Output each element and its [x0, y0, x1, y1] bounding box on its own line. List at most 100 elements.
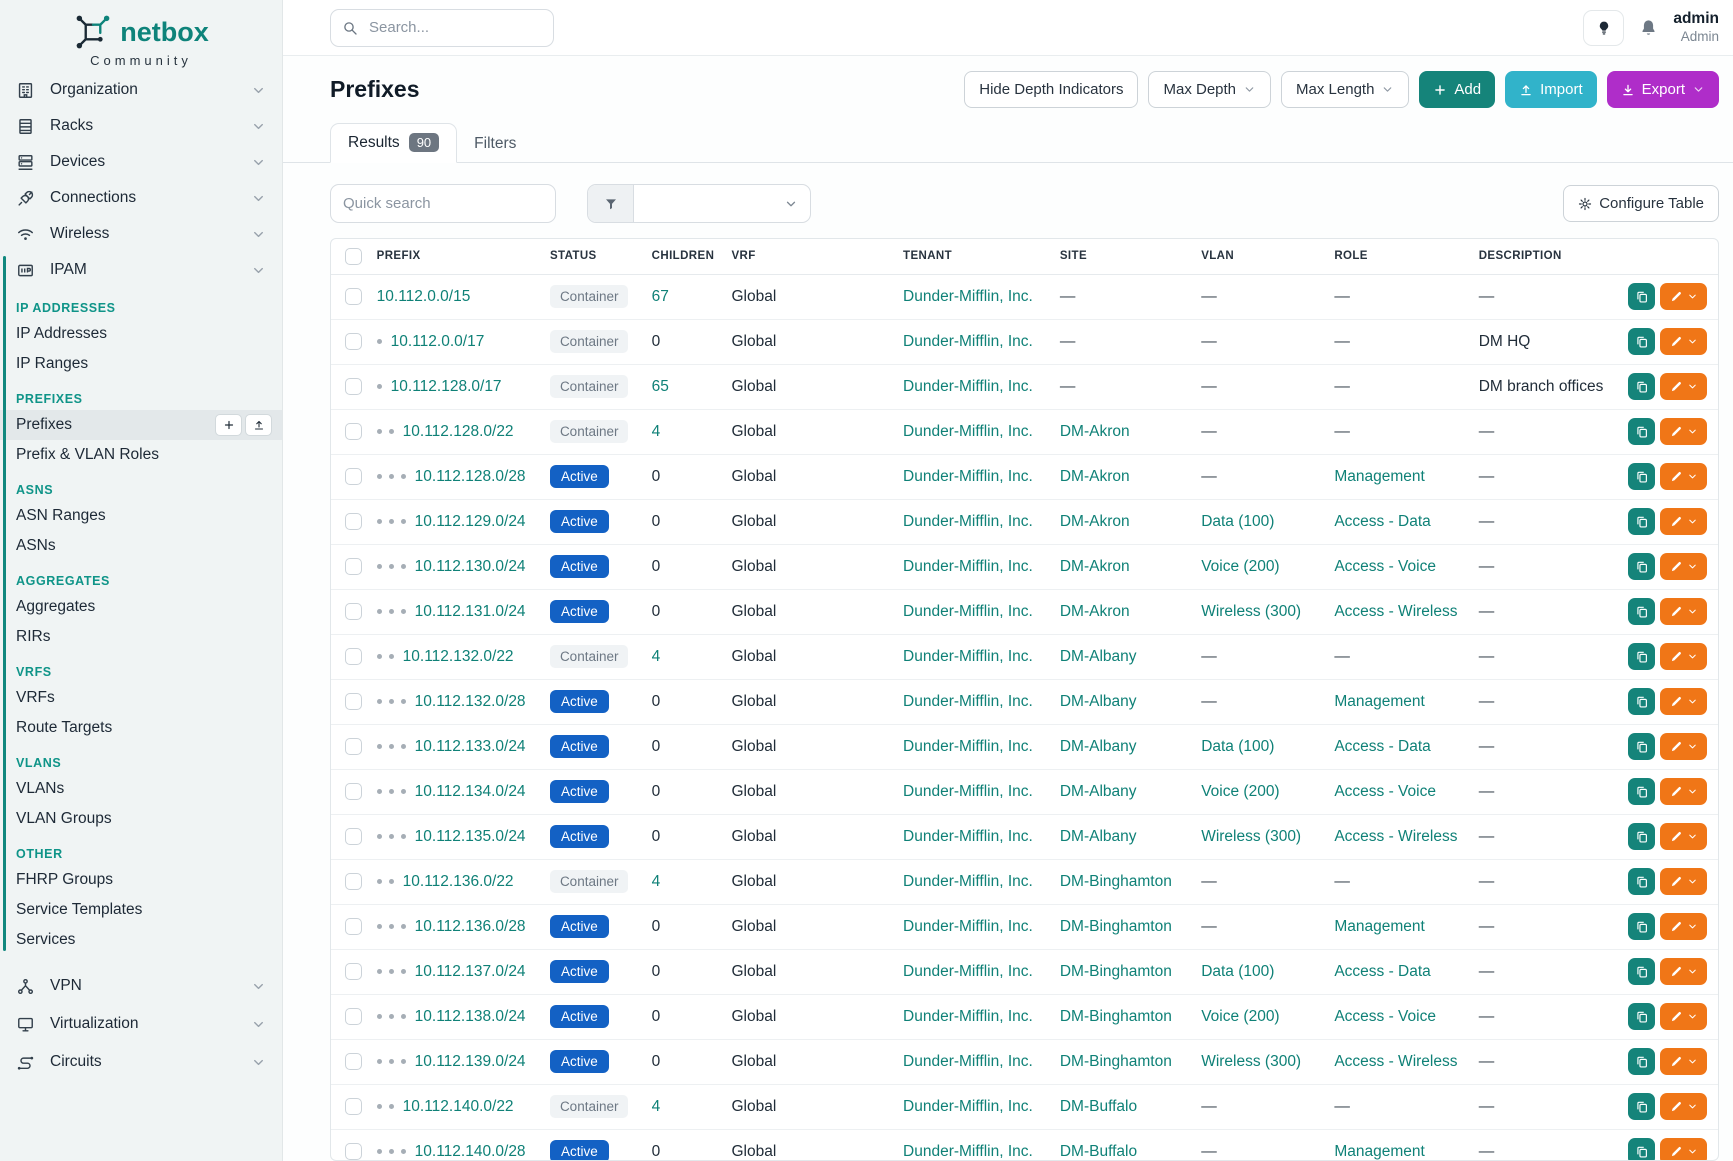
children-link[interactable]: 4 [652, 1098, 661, 1115]
site-link[interactable]: DM-Binghamton [1060, 1053, 1172, 1070]
prefix-link[interactable]: 10.112.133.0/24 [415, 738, 526, 755]
prefix-link[interactable]: 10.112.128.0/22 [403, 423, 514, 440]
search-input[interactable] [367, 18, 542, 37]
role-link[interactable]: Access - Wireless [1334, 603, 1457, 620]
prefix-link[interactable]: 10.112.128.0/28 [415, 468, 526, 485]
site-link[interactable]: DM-Buffalo [1060, 1098, 1137, 1115]
sidebar-item-vlan-groups[interactable]: VLAN Groups [0, 804, 282, 834]
edit-button[interactable] [1660, 1048, 1707, 1075]
tenant-link[interactable]: Dunder-Mifflin, Inc. [903, 738, 1033, 755]
role-link[interactable]: Access - Wireless [1334, 1053, 1457, 1070]
prefix-link[interactable]: 10.112.132.0/22 [403, 648, 514, 665]
column-header-description[interactable]: DESCRIPTION [1479, 239, 1628, 274]
vlan-link[interactable]: Wireless (300) [1201, 603, 1301, 620]
sidebar-item-asns[interactable]: ASNs [0, 531, 282, 561]
clone-button[interactable] [1628, 1003, 1655, 1030]
prefix-link[interactable]: 10.112.129.0/24 [415, 513, 526, 530]
sidebar-item-ip-addresses[interactable]: IP Addresses [0, 319, 282, 349]
prefix-link[interactable]: 10.112.134.0/24 [415, 783, 526, 800]
vlan-link[interactable]: Wireless (300) [1201, 828, 1301, 845]
row-checkbox[interactable] [345, 558, 362, 575]
edit-button[interactable] [1660, 328, 1707, 355]
role-link[interactable]: Access - Voice [1334, 558, 1436, 575]
edit-button[interactable] [1660, 913, 1707, 940]
import-button[interactable]: Import [1505, 71, 1597, 108]
clone-button[interactable] [1628, 1093, 1655, 1120]
role-link[interactable]: Management [1334, 468, 1424, 485]
sidebar-item-circuits[interactable]: Circuits [0, 1043, 282, 1081]
sidebar-item-route-targets[interactable]: Route Targets [0, 713, 282, 743]
sidebar-item-service-templates[interactable]: Service Templates [0, 895, 282, 925]
tenant-link[interactable]: Dunder-Mifflin, Inc. [903, 378, 1033, 395]
filter-select[interactable] [634, 185, 810, 222]
column-header-status[interactable]: STATUS [550, 239, 652, 274]
site-link[interactable]: DM-Binghamton [1060, 918, 1172, 935]
sidebar-item-ip-ranges[interactable]: IP Ranges [0, 349, 282, 379]
tenant-link[interactable]: Dunder-Mifflin, Inc. [903, 648, 1033, 665]
role-link[interactable]: Access - Data [1334, 963, 1430, 980]
quick-search-input[interactable] [330, 184, 556, 223]
tenant-link[interactable]: Dunder-Mifflin, Inc. [903, 1053, 1033, 1070]
clone-button[interactable] [1628, 463, 1655, 490]
tenant-link[interactable]: Dunder-Mifflin, Inc. [903, 783, 1033, 800]
tenant-link[interactable]: Dunder-Mifflin, Inc. [903, 1143, 1033, 1160]
add-button[interactable]: Add [1419, 71, 1495, 108]
site-link[interactable]: DM-Akron [1060, 513, 1130, 530]
vlan-link[interactable]: Voice (200) [1201, 558, 1279, 575]
prefix-link[interactable]: 10.112.130.0/24 [415, 558, 526, 575]
clone-button[interactable] [1628, 733, 1655, 760]
column-header-site[interactable]: SITE [1060, 239, 1201, 274]
clone-button[interactable] [1628, 553, 1655, 580]
clone-button[interactable] [1628, 508, 1655, 535]
site-link[interactable]: DM-Akron [1060, 423, 1130, 440]
vlan-link[interactable]: Wireless (300) [1201, 1053, 1301, 1070]
role-link[interactable]: Access - Data [1334, 513, 1430, 530]
tenant-link[interactable]: Dunder-Mifflin, Inc. [903, 513, 1033, 530]
role-link[interactable]: Management [1334, 1143, 1424, 1160]
tenant-link[interactable]: Dunder-Mifflin, Inc. [903, 468, 1033, 485]
sidebar-item-services[interactable]: Services [0, 925, 282, 955]
prefix-link[interactable]: 10.112.128.0/17 [391, 378, 502, 395]
row-checkbox[interactable] [345, 918, 362, 935]
site-link[interactable]: DM-Albany [1060, 648, 1137, 665]
edit-button[interactable] [1660, 598, 1707, 625]
children-link[interactable]: 4 [652, 873, 661, 890]
column-header-tenant[interactable]: TENANT [903, 239, 1060, 274]
role-link[interactable]: Access - Voice [1334, 783, 1436, 800]
row-checkbox[interactable] [345, 963, 362, 980]
prefix-link[interactable]: 10.112.136.0/28 [415, 918, 526, 935]
children-link[interactable]: 65 [652, 378, 669, 395]
edit-button[interactable] [1660, 373, 1707, 400]
theme-toggle-button[interactable] [1583, 10, 1624, 46]
site-link[interactable]: DM-Akron [1060, 558, 1130, 575]
brand[interactable]: netbox Community [0, 0, 282, 72]
sidebar-item-racks[interactable]: Racks [0, 108, 282, 144]
user-menu[interactable]: admin Admin [1673, 10, 1719, 45]
clone-button[interactable] [1628, 1138, 1655, 1161]
row-checkbox[interactable] [345, 1143, 362, 1160]
column-header-vlan[interactable]: VLAN [1201, 239, 1334, 274]
sidebar-item-rirs[interactable]: RIRs [0, 622, 282, 652]
edit-button[interactable] [1660, 823, 1707, 850]
tenant-link[interactable]: Dunder-Mifflin, Inc. [903, 963, 1033, 980]
tenant-link[interactable]: Dunder-Mifflin, Inc. [903, 333, 1033, 350]
row-checkbox[interactable] [345, 423, 362, 440]
row-checkbox[interactable] [345, 648, 362, 665]
sidebar-item-devices[interactable]: Devices [0, 144, 282, 180]
prefix-link[interactable]: 10.112.136.0/22 [403, 873, 514, 890]
sidebar-item-vlans[interactable]: VLANs [0, 774, 282, 804]
edit-button[interactable] [1660, 958, 1707, 985]
role-link[interactable]: Access - Data [1334, 738, 1430, 755]
vlan-link[interactable]: Voice (200) [1201, 783, 1279, 800]
site-link[interactable]: DM-Binghamton [1060, 873, 1172, 890]
row-checkbox[interactable] [345, 873, 362, 890]
clone-button[interactable] [1628, 598, 1655, 625]
column-header-prefix[interactable]: PREFIX [377, 239, 550, 274]
prefix-link[interactable]: 10.112.140.0/22 [403, 1098, 514, 1115]
row-checkbox[interactable] [345, 693, 362, 710]
row-checkbox[interactable] [345, 468, 362, 485]
sidebar-item-asn-ranges[interactable]: ASN Ranges [0, 501, 282, 531]
tenant-link[interactable]: Dunder-Mifflin, Inc. [903, 828, 1033, 845]
row-checkbox[interactable] [345, 333, 362, 350]
sidebar-item-prefixes[interactable]: Prefixes [0, 410, 282, 440]
